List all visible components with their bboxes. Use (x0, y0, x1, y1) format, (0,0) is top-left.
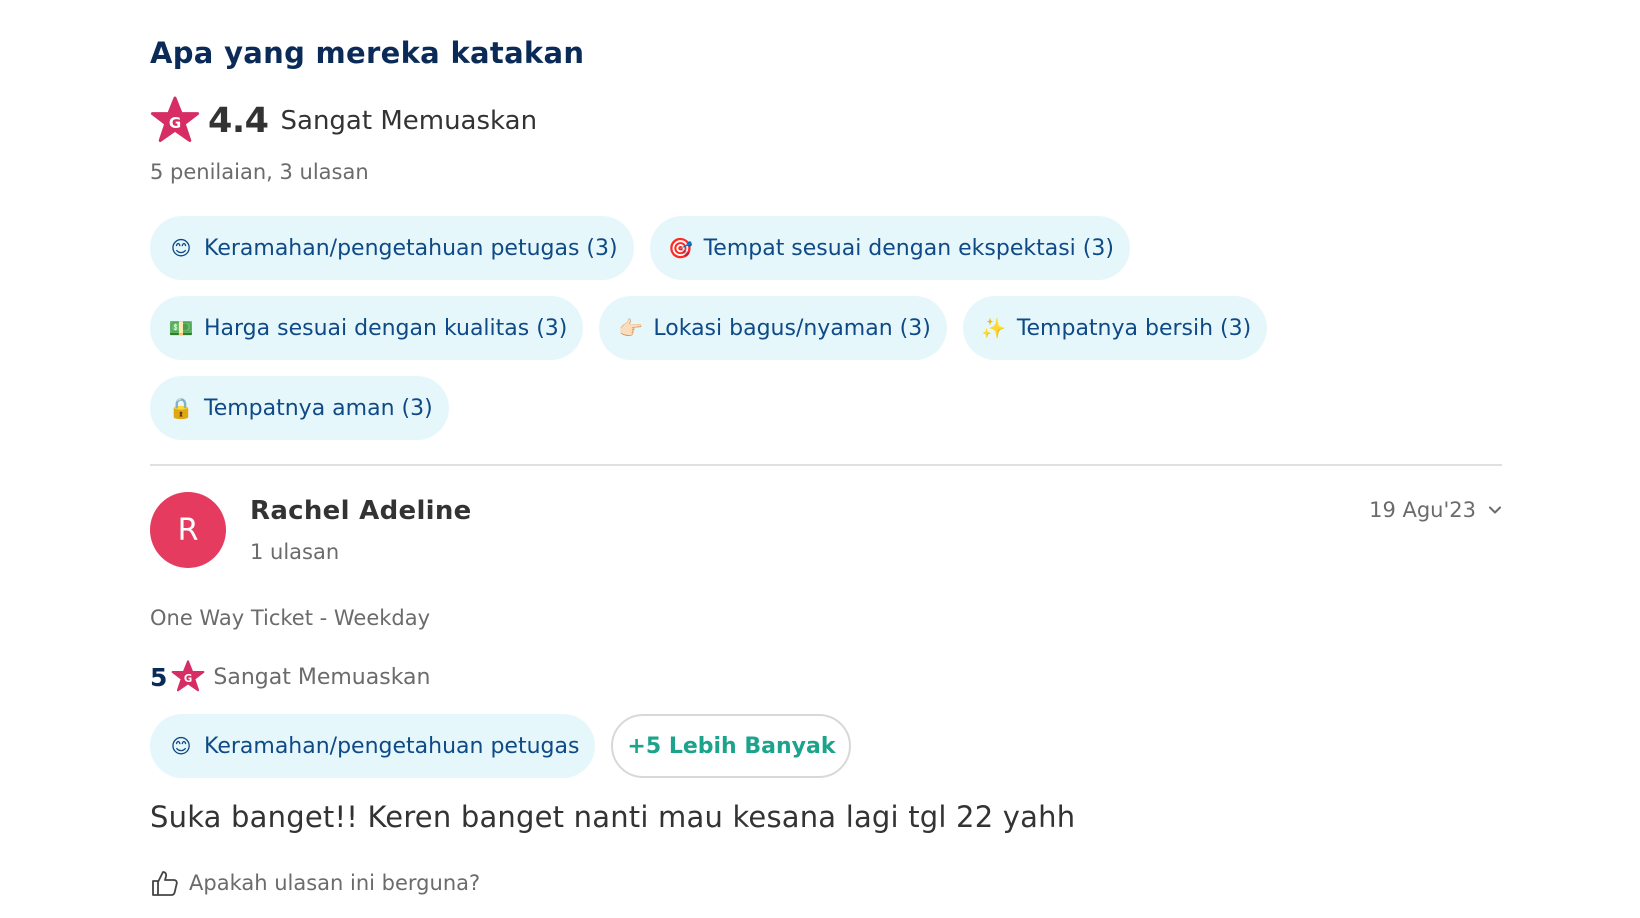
highlight-chip-price[interactable]: 💵 Harga sesuai dengan kualitas (3) (150, 296, 584, 360)
review-rating: 5 G Sangat Memuaskan (150, 660, 430, 694)
svg-text:G: G (169, 114, 181, 132)
thumbs-up-icon (152, 871, 178, 896)
review-date-toggle[interactable]: 19 Agu'23 (1369, 498, 1502, 522)
section-divider (150, 464, 1502, 466)
more-tags-button[interactable]: +5 Lebih Banyak (611, 714, 852, 778)
highlight-chip-label: Harga sesuai dengan kualitas (3) (204, 315, 568, 341)
review-tag-label: Keramahan/pengetahuan petugas (204, 733, 580, 759)
helpful-button[interactable]: Apakah ulasan ini berguna? (150, 868, 480, 898)
lock-emoji-icon: 🔒 (168, 396, 194, 420)
reviewer-review-count: 1 ulasan (250, 540, 340, 564)
helpful-label: Apakah ulasan ini berguna? (189, 871, 481, 895)
money-emoji-icon: 💵 (168, 316, 194, 340)
highlight-chip-label: Keramahan/pengetahuan petugas (3) (204, 235, 618, 261)
highlight-chip-expectation[interactable]: 🎯 Tempat sesuai dengan ekspektasi (3) (649, 216, 1130, 280)
review-tags: 😊 Keramahan/pengetahuan petugas +5 Lebih… (150, 714, 852, 778)
highlight-chip-clean[interactable]: ✨ Tempatnya bersih (3) (962, 296, 1268, 360)
chip-row: 💵 Harga sesuai dengan kualitas (3) 👉🏻 Lo… (150, 296, 1502, 360)
review-score-label: Sangat Memuaskan (213, 664, 431, 690)
smile-emoji-icon: 😊 (170, 236, 192, 260)
smile-emoji-icon: 😊 (170, 734, 192, 758)
chip-row: 😊 Keramahan/pengetahuan petugas (3) 🎯 Te… (150, 216, 1502, 280)
sparkles-emoji-icon: ✨ (981, 316, 1007, 340)
highlight-chip-label: Tempatnya bersih (3) (1016, 315, 1252, 341)
highlight-chip-label: Lokasi bagus/nyaman (3) (653, 315, 931, 341)
pointing-hand-emoji-icon: 👉🏻 (617, 316, 643, 340)
review-text: Suka banget!! Keren banget nanti mau kes… (150, 800, 1076, 834)
review-tag-chip: 😊 Keramahan/pengetahuan petugas (150, 714, 596, 778)
highlight-chip-safe[interactable]: 🔒 Tempatnya aman (3) (150, 376, 449, 440)
highlight-chip-label: Tempatnya aman (3) (204, 395, 433, 421)
highlight-chip-staff[interactable]: 😊 Keramahan/pengetahuan petugas (3) (150, 216, 634, 280)
highlight-chip-location[interactable]: 👉🏻 Lokasi bagus/nyaman (3) (599, 296, 947, 360)
chip-row: 🔒 Tempatnya aman (3) (150, 376, 1502, 440)
reviewer-name: Rachel Adeline (250, 496, 472, 526)
rating-counts: 5 penilaian, 3 ulasan (150, 160, 369, 184)
chevron-down-icon (1489, 506, 1501, 514)
section-title: Apa yang mereka katakan (150, 36, 585, 70)
overall-rating: G 4.4 Sangat Memuaskan (150, 96, 537, 146)
review-date: 19 Agu'23 (1369, 498, 1476, 522)
overall-rating-value: 4.4 (208, 101, 269, 141)
highlight-chips: 😊 Keramahan/pengetahuan petugas (3) 🎯 Te… (150, 216, 1502, 456)
review-product: One Way Ticket - Weekday (150, 606, 431, 630)
review-score: 5 (150, 662, 168, 692)
overall-rating-label: Sangat Memuaskan (280, 106, 538, 136)
highlight-chip-label: Tempat sesuai dengan ekspektasi (3) (703, 235, 1114, 261)
avatar: R (150, 492, 226, 568)
rating-star-icon: G (150, 96, 200, 142)
rating-star-icon: G (172, 660, 205, 692)
target-emoji-icon: 🎯 (668, 236, 694, 260)
svg-text:G: G (184, 674, 192, 685)
